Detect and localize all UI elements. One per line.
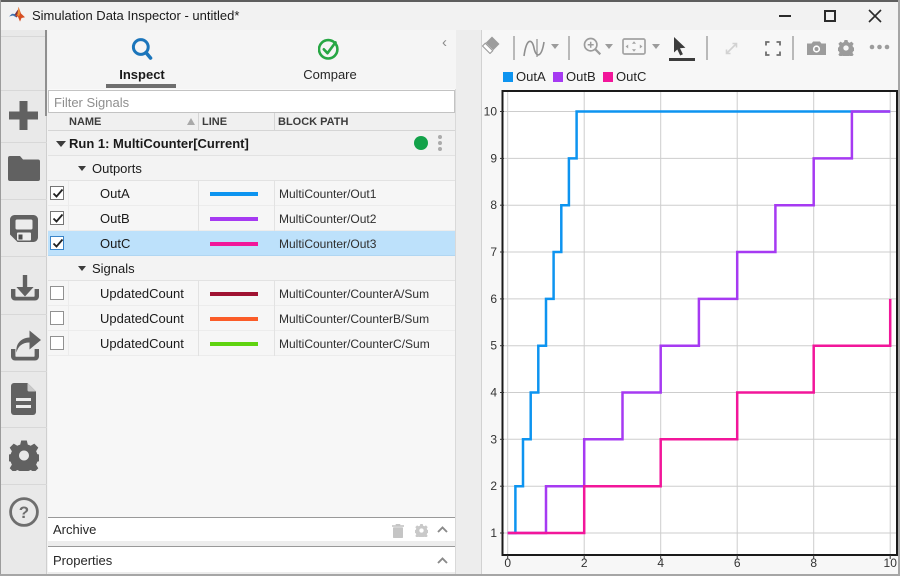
svg-text:2: 2 [581,556,588,570]
svg-text:4: 4 [657,556,664,570]
svg-text:?: ? [19,503,29,522]
svg-text:10: 10 [884,556,898,570]
svg-text:1: 1 [490,526,497,540]
svg-text:10: 10 [484,105,498,119]
svg-text:0: 0 [504,556,511,570]
svg-text:8: 8 [490,198,497,212]
svg-text:4: 4 [490,386,497,400]
svg-text:2: 2 [490,479,497,493]
svg-text:6: 6 [490,292,497,306]
svg-text:8: 8 [810,556,817,570]
svg-text:7: 7 [490,245,497,259]
svg-text:6: 6 [734,556,741,570]
svg-text:9: 9 [490,151,497,165]
svg-text:5: 5 [490,339,497,353]
svg-text:3: 3 [490,432,497,446]
